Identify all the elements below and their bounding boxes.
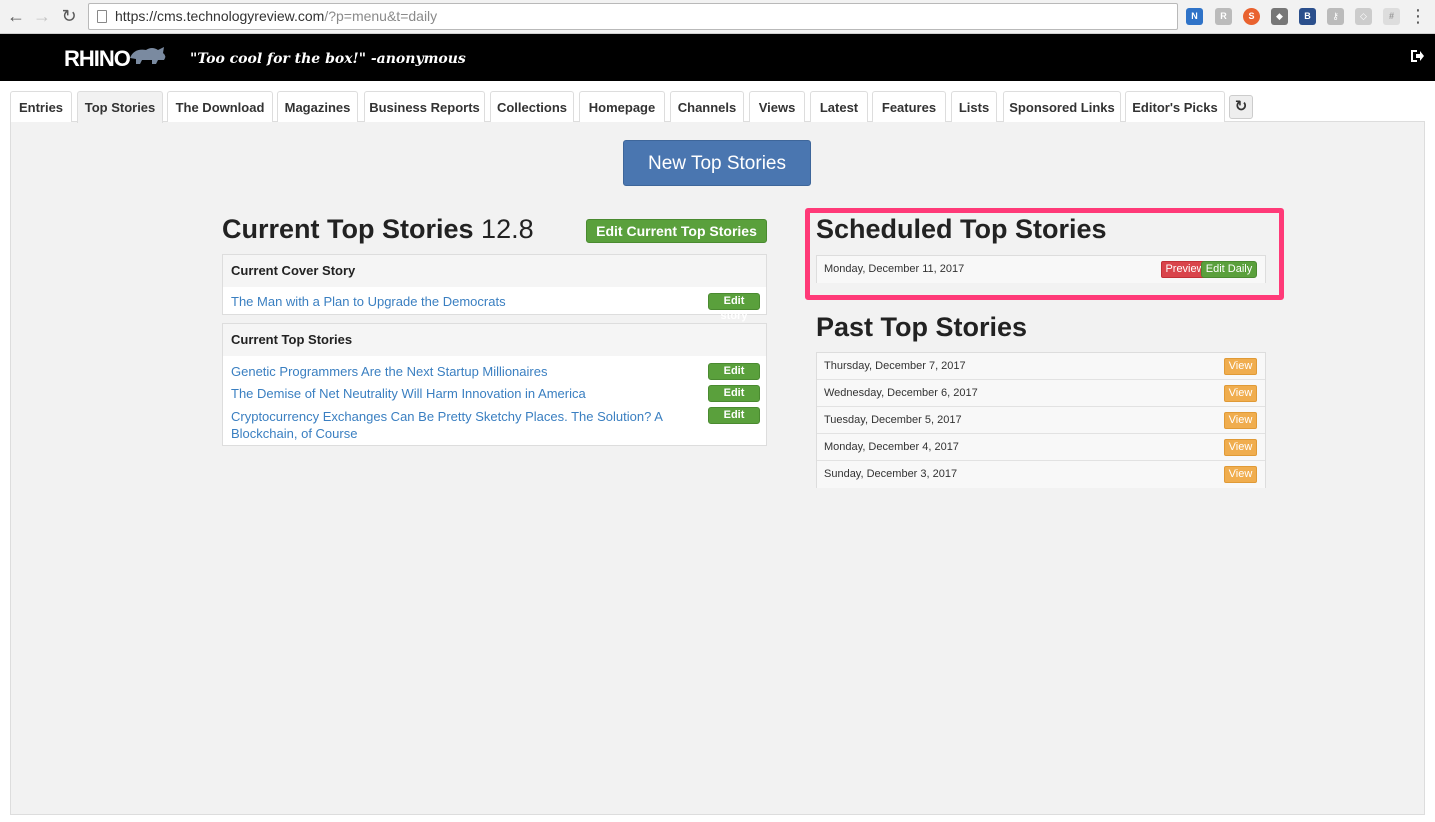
tab-features[interactable]: Features — [872, 91, 946, 122]
past-date: Monday, December 4, 2017 — [824, 441, 959, 453]
tab-sponsored-links[interactable]: Sponsored Links — [1003, 91, 1121, 122]
main-tabs: Entries Top Stories The Download Magazin… — [10, 91, 1425, 123]
view-button[interactable]: View — [1224, 385, 1257, 402]
past-row: Monday, December 4, 2017 View — [817, 434, 1265, 461]
highlight-annotation — [805, 208, 1284, 300]
past-list: Thursday, December 7, 2017 View Wednesda… — [816, 352, 1266, 488]
cover-story-link[interactable]: The Man with a Plan to Upgrade the Democ… — [231, 293, 506, 310]
past-date: Tuesday, December 5, 2017 — [824, 414, 962, 426]
browser-menu-icon[interactable]: ⋮ — [1409, 6, 1427, 26]
story-link[interactable]: Cryptocurrency Exchanges Can Be Pretty S… — [231, 408, 681, 442]
past-row: Thursday, December 7, 2017 View — [817, 353, 1265, 380]
past-row: Sunday, December 3, 2017 View — [817, 461, 1265, 488]
tab-views[interactable]: Views — [749, 91, 805, 122]
tagline: "Too cool for the box!" -anonymous — [190, 51, 466, 67]
rhino-icon — [130, 47, 166, 64]
page-icon — [97, 10, 107, 23]
past-date: Sunday, December 3, 2017 — [824, 468, 958, 480]
new-top-stories-button[interactable]: New Top Stories — [623, 140, 811, 186]
past-row: Tuesday, December 5, 2017 View — [817, 407, 1265, 434]
tab-top-stories[interactable]: Top Stories — [77, 91, 163, 123]
key-extension-icon[interactable]: ⚷ — [1327, 8, 1344, 25]
tab-editors-picks[interactable]: Editor's Picks — [1125, 91, 1225, 122]
edit-story-button[interactable]: Edit story — [708, 385, 760, 414]
tab-collections[interactable]: Collections — [490, 91, 574, 122]
view-button[interactable]: View — [1224, 358, 1257, 375]
shield-extension-icon[interactable]: ◆ — [1271, 8, 1288, 25]
reload-icon[interactable]: ↻ — [59, 6, 79, 26]
bookmark-extension-icon[interactable]: B — [1299, 8, 1316, 25]
gem-extension-icon[interactable]: ◇ — [1355, 8, 1372, 25]
top-stories-heading: Current Top Stories — [223, 324, 766, 356]
tab-latest[interactable]: Latest — [810, 91, 868, 122]
tab-channels[interactable]: Channels — [670, 91, 744, 122]
current-title-text: Current Top Stories — [222, 214, 474, 244]
edit-story-button[interactable]: Edit story — [708, 407, 760, 436]
url-path: /?p=menu&t=daily — [324, 8, 438, 24]
tab-homepage[interactable]: Homepage — [579, 91, 665, 122]
past-top-stories-title: Past Top Stories — [816, 312, 1028, 342]
browser-toolbar: ← → ↻ https://cms.technologyreview.com/?… — [0, 0, 1435, 34]
story-link[interactable]: Genetic Programmers Are the Next Startup… — [231, 363, 701, 380]
current-top-stories-title: Current Top Stories 12.8 — [222, 214, 534, 245]
refresh-icon[interactable]: ↻ — [1229, 95, 1253, 119]
edit-current-top-stories-button[interactable]: Edit Current Top Stories — [586, 219, 767, 243]
address-bar[interactable]: https://cms.technologyreview.com/?p=menu… — [88, 3, 1178, 30]
app-header: RHINO "Too cool for the box!" -anonymous — [0, 34, 1435, 81]
past-date: Wednesday, December 6, 2017 — [824, 387, 978, 399]
back-icon[interactable]: ← — [6, 6, 26, 26]
rss-extension-icon[interactable]: R — [1215, 8, 1232, 25]
tab-lists[interactable]: Lists — [951, 91, 997, 122]
view-button[interactable]: View — [1224, 466, 1257, 483]
url-host: https://cms.technologyreview.com — [115, 8, 325, 24]
story-link[interactable]: The Demise of Net Neutrality Will Harm I… — [231, 385, 701, 402]
current-version: 12.8 — [481, 214, 534, 244]
past-date: Thursday, December 7, 2017 — [824, 360, 966, 372]
cover-story-box: Current Cover Story The Man with a Plan … — [222, 254, 767, 322]
tab-business-reports[interactable]: Business Reports — [364, 91, 485, 122]
tab-magazines[interactable]: Magazines — [277, 91, 358, 122]
logo[interactable]: RHINO — [64, 46, 131, 72]
grid-extension-icon[interactable]: # — [1383, 8, 1400, 25]
tab-the-download[interactable]: The Download — [167, 91, 273, 122]
cover-story-heading: Current Cover Story — [223, 255, 766, 287]
view-button[interactable]: View — [1224, 439, 1257, 456]
top-stories-box: Current Top Stories Genetic Programmers … — [222, 323, 767, 446]
edit-story-button[interactable]: Edit story — [708, 363, 760, 392]
edit-story-button[interactable]: Edit story — [708, 293, 760, 322]
view-button[interactable]: View — [1224, 412, 1257, 429]
forward-icon[interactable]: → — [32, 6, 52, 26]
extension-icon[interactable]: S — [1243, 8, 1260, 25]
new-extension-icon[interactable]: N — [1186, 8, 1203, 25]
past-row: Wednesday, December 6, 2017 View — [817, 380, 1265, 407]
tab-entries[interactable]: Entries — [10, 91, 72, 122]
logout-icon[interactable] — [1409, 48, 1425, 64]
